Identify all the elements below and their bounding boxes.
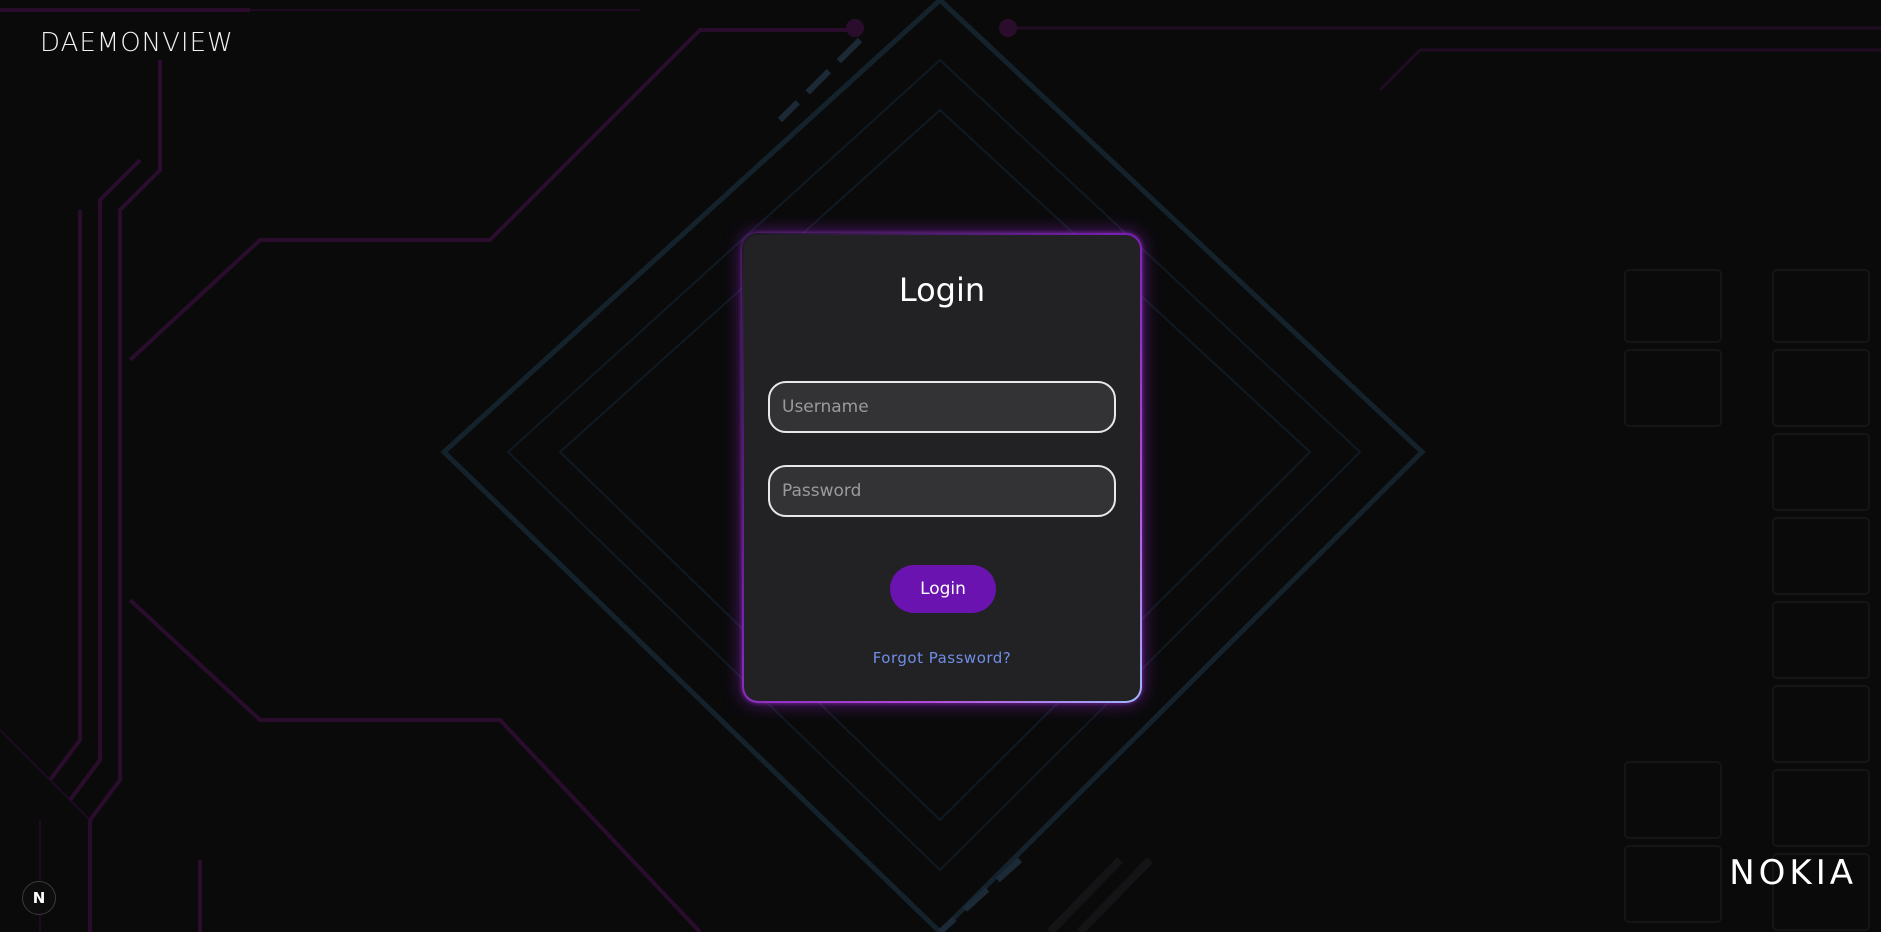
login-card: Login Login Forgot Password?	[742, 233, 1142, 703]
password-input[interactable]	[768, 465, 1116, 517]
login-title: Login	[898, 271, 986, 309]
daemonview-logo: DAEMONVIEW	[40, 28, 234, 58]
login-card-body: Login Login Forgot Password?	[744, 235, 1140, 701]
forgot-password-link[interactable]: Forgot Password?	[744, 649, 1140, 667]
nextjs-icon[interactable]: N	[22, 881, 56, 915]
username-input[interactable]	[768, 381, 1116, 433]
nokia-logo: NOKIA	[1729, 853, 1857, 893]
login-page: DAEMONVIEW Login Login Forgot Password? …	[0, 0, 1881, 932]
login-button[interactable]: Login	[890, 565, 996, 613]
